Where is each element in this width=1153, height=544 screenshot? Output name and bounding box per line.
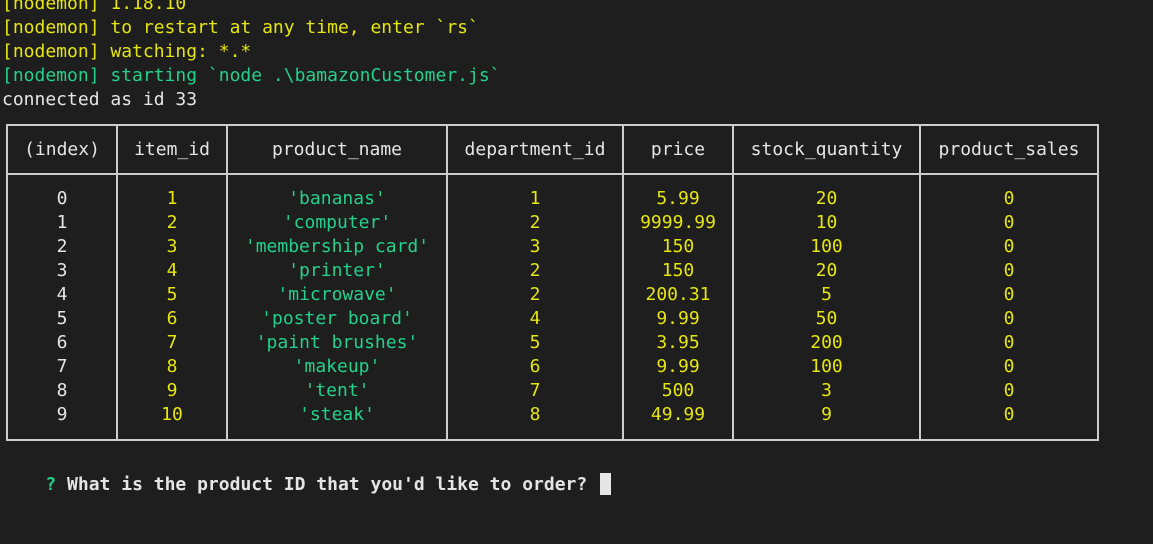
cell-product-name: 'tent' bbox=[226, 379, 448, 403]
cell-product-sales: 0 bbox=[919, 283, 1099, 307]
connected-line: connected as id 33 bbox=[2, 89, 198, 110]
order-prompt[interactable]: ? What is the product ID that you'd like… bbox=[2, 449, 612, 495]
cell-index: 6 bbox=[6, 331, 118, 355]
cell-index: 0 bbox=[6, 174, 118, 211]
cell-product-sales: 0 bbox=[919, 174, 1099, 211]
cell-product-name: 'microwave' bbox=[226, 283, 448, 307]
cell-item-id: 3 bbox=[116, 235, 228, 259]
cell-price: 9.99 bbox=[622, 355, 734, 379]
cell-item-id: 10 bbox=[116, 403, 228, 441]
table-row: 1 2'computer' 2 9999.99 10 0 bbox=[6, 211, 1099, 235]
cell-product-name: 'steak' bbox=[226, 403, 448, 441]
cell-item-id: 9 bbox=[116, 379, 228, 403]
cell-department-id: 8 bbox=[446, 403, 624, 441]
column-header-stock-quantity: stock_quantity bbox=[732, 124, 921, 175]
cell-price: 150 bbox=[622, 235, 734, 259]
cell-item-id: 1 bbox=[116, 174, 228, 211]
nodemon-version-line: [nodemon] 1.18.10 bbox=[2, 0, 187, 14]
cell-product-name: 'paint brushes' bbox=[226, 331, 448, 355]
cell-product-sales: 0 bbox=[919, 235, 1099, 259]
cell-index: 8 bbox=[6, 379, 118, 403]
table-row: 4 5'microwave' 2 200.31 5 0 bbox=[6, 283, 1099, 307]
cell-item-id: 5 bbox=[116, 283, 228, 307]
cell-product-name: 'computer' bbox=[226, 211, 448, 235]
cell-price: 49.99 bbox=[622, 403, 734, 441]
column-header-department-id: department_id bbox=[446, 124, 624, 175]
cell-department-id: 5 bbox=[446, 331, 624, 355]
cell-price: 5.99 bbox=[622, 174, 734, 211]
nodemon-starting-line: [nodemon] starting `node .\bamazonCustom… bbox=[2, 65, 501, 86]
cell-item-id: 8 bbox=[116, 355, 228, 379]
table-row: 2 3'membership card' 3 150 100 0 bbox=[6, 235, 1099, 259]
cell-index: 1 bbox=[6, 211, 118, 235]
table-row: 5 6'poster board' 4 9.99 50 0 bbox=[6, 307, 1099, 331]
cell-product-name: 'poster board' bbox=[226, 307, 448, 331]
prompt-question: What is the product ID that you'd like t… bbox=[67, 474, 588, 495]
cell-price: 150 bbox=[622, 259, 734, 283]
cell-department-id: 2 bbox=[446, 259, 624, 283]
cell-product-sales: 0 bbox=[919, 307, 1099, 331]
cell-index: 4 bbox=[6, 283, 118, 307]
cell-item-id: 7 bbox=[116, 331, 228, 355]
cell-index: 7 bbox=[6, 355, 118, 379]
cell-product-name: 'bananas' bbox=[226, 174, 448, 211]
cell-stock-quantity: 5 bbox=[732, 283, 921, 307]
cell-product-sales: 0 bbox=[919, 403, 1099, 441]
cell-price: 9999.99 bbox=[622, 211, 734, 235]
column-header-product-sales: product_sales bbox=[919, 124, 1099, 175]
text-cursor[interactable] bbox=[600, 473, 612, 495]
cell-department-id: 7 bbox=[446, 379, 624, 403]
cell-department-id: 2 bbox=[446, 283, 624, 307]
cell-stock-quantity: 100 bbox=[732, 235, 921, 259]
cell-product-sales: 0 bbox=[919, 331, 1099, 355]
cell-product-sales: 0 bbox=[919, 355, 1099, 379]
cell-stock-quantity: 3 bbox=[732, 379, 921, 403]
cell-product-name: 'membership card' bbox=[226, 235, 448, 259]
column-header-price: price bbox=[622, 124, 734, 175]
cell-item-id: 6 bbox=[116, 307, 228, 331]
nodemon-restart-line: [nodemon] to restart at any time, enter … bbox=[2, 17, 479, 38]
cell-department-id: 3 bbox=[446, 235, 624, 259]
column-header-product-name: product_name bbox=[226, 124, 448, 175]
cell-stock-quantity: 9 bbox=[732, 403, 921, 441]
table-row: 0 1'bananas' 1 5.99 20 0 bbox=[6, 174, 1099, 211]
cell-department-id: 2 bbox=[446, 211, 624, 235]
cell-index: 3 bbox=[6, 259, 118, 283]
nodemon-watching-line: [nodemon] watching: *.* bbox=[2, 41, 252, 62]
product-table: (index) item_id product_name department_… bbox=[6, 124, 1099, 441]
cell-product-sales: 0 bbox=[919, 259, 1099, 283]
cell-stock-quantity: 20 bbox=[732, 174, 921, 211]
cell-stock-quantity: 200 bbox=[732, 331, 921, 355]
table-row: 8 9'tent' 7 500 3 0 bbox=[6, 379, 1099, 403]
cell-product-sales: 0 bbox=[919, 211, 1099, 235]
cell-price: 200.31 bbox=[622, 283, 734, 307]
cell-stock-quantity: 50 bbox=[732, 307, 921, 331]
column-header-index: (index) bbox=[6, 124, 118, 175]
cell-item-id: 2 bbox=[116, 211, 228, 235]
cell-index: 9 bbox=[6, 403, 118, 441]
cell-department-id: 1 bbox=[446, 174, 624, 211]
cell-product-name: 'printer' bbox=[226, 259, 448, 283]
table-header-row: (index) item_id product_name department_… bbox=[6, 124, 1099, 175]
table-row: 6 7'paint brushes' 5 3.95 200 0 bbox=[6, 331, 1099, 355]
cell-index: 5 bbox=[6, 307, 118, 331]
cell-index: 2 bbox=[6, 235, 118, 259]
cell-price: 9.99 bbox=[622, 307, 734, 331]
table-row: 7 8'makeup' 6 9.99 100 0 bbox=[6, 355, 1099, 379]
prompt-marker: ? bbox=[45, 474, 57, 495]
cell-stock-quantity: 20 bbox=[732, 259, 921, 283]
cell-product-sales: 0 bbox=[919, 379, 1099, 403]
cell-stock-quantity: 10 bbox=[732, 211, 921, 235]
cell-item-id: 4 bbox=[116, 259, 228, 283]
table-row: 9 10'steak' 8 49.99 9 0 bbox=[6, 403, 1099, 441]
cell-price: 500 bbox=[622, 379, 734, 403]
cell-department-id: 4 bbox=[446, 307, 624, 331]
cell-price: 3.95 bbox=[622, 331, 734, 355]
cell-stock-quantity: 100 bbox=[732, 355, 921, 379]
column-header-item-id: item_id bbox=[116, 124, 228, 175]
table-row: 3 4'printer' 2 150 20 0 bbox=[6, 259, 1099, 283]
cell-department-id: 6 bbox=[446, 355, 624, 379]
cell-product-name: 'makeup' bbox=[226, 355, 448, 379]
